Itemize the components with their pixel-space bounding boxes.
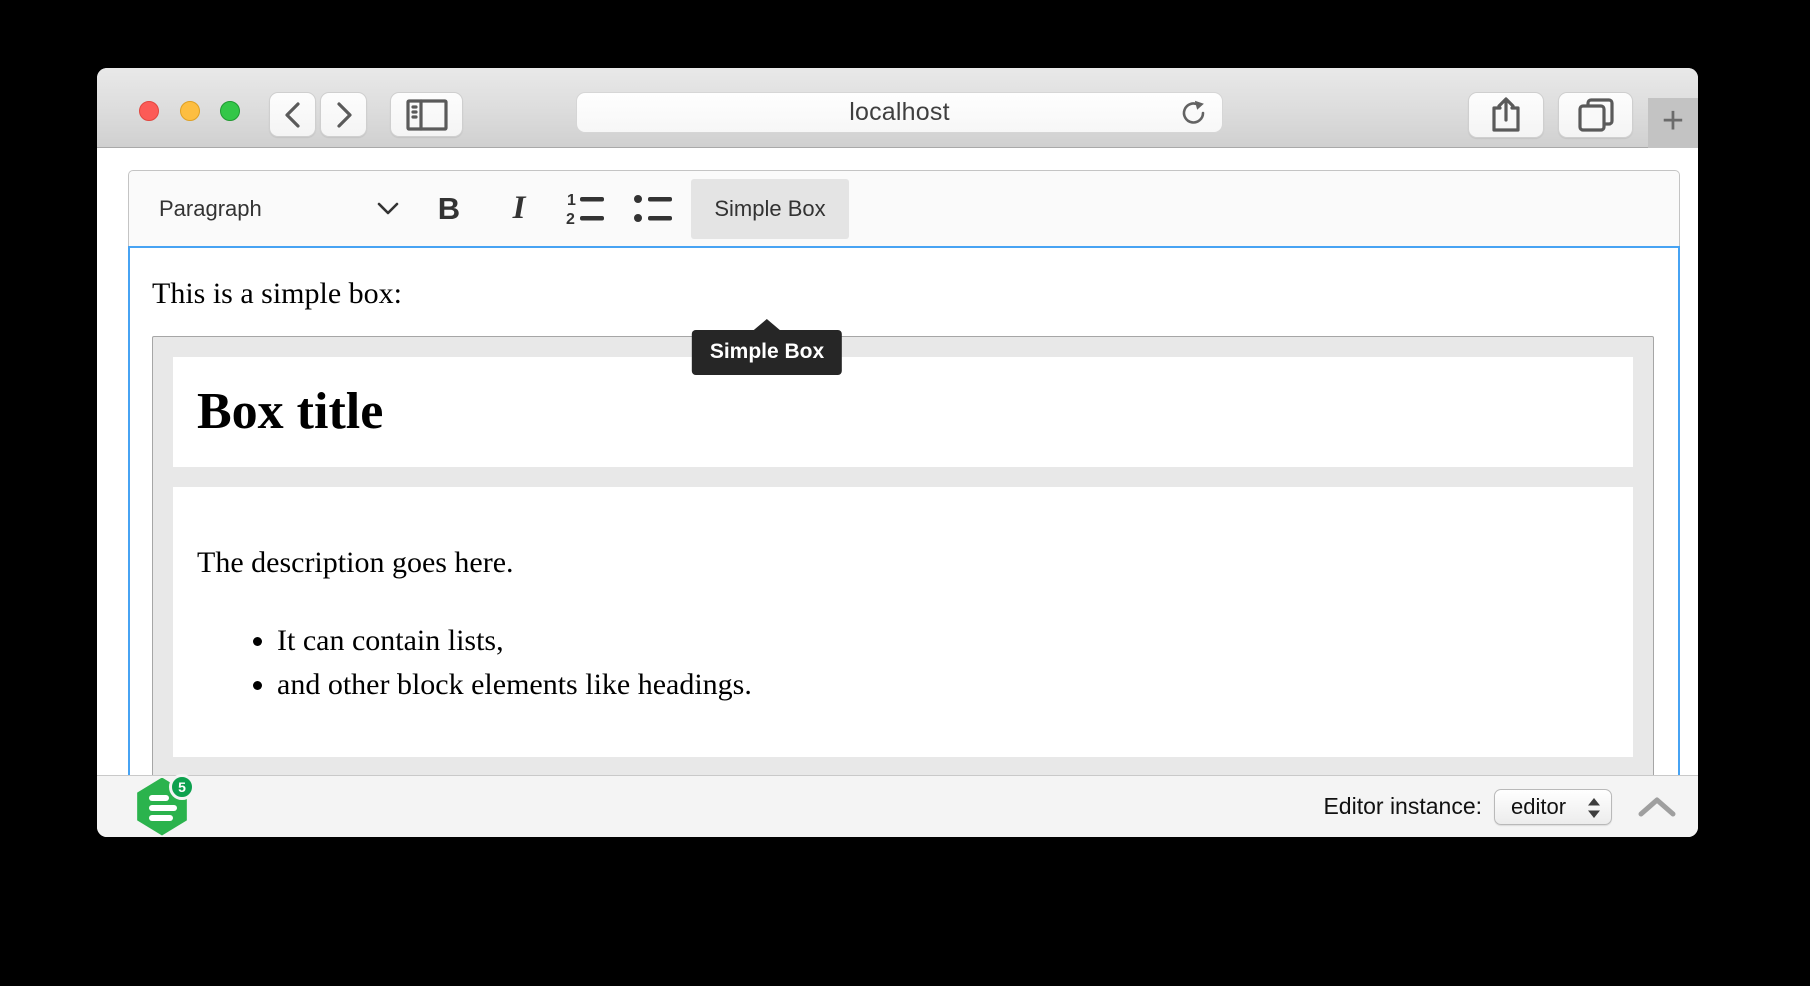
italic-button[interactable]: I bbox=[499, 179, 539, 239]
ckeditor-toolbar: Paragraph B I 1 2 bbox=[128, 170, 1680, 246]
numbered-list-icon: 1 2 bbox=[564, 190, 606, 228]
ckeditor-inspector-logo[interactable]: 5 bbox=[135, 778, 189, 836]
svg-text:1: 1 bbox=[567, 192, 576, 209]
zoom-window-button[interactable] bbox=[220, 101, 240, 121]
description-paragraph[interactable]: The description goes here. bbox=[197, 543, 1609, 583]
plus-icon: + bbox=[1662, 102, 1684, 140]
heading-dropdown-label: Paragraph bbox=[159, 196, 262, 222]
forward-button[interactable] bbox=[320, 92, 367, 137]
tooltip-text: Simple Box bbox=[710, 340, 824, 363]
box-title-heading[interactable]: Box title bbox=[197, 383, 1609, 441]
address-bar[interactable]: localhost bbox=[576, 92, 1223, 133]
selected-instance: editor bbox=[1511, 794, 1566, 820]
bulleted-list-icon bbox=[632, 190, 674, 228]
share-button[interactable] bbox=[1468, 92, 1544, 138]
chevron-up-icon bbox=[1638, 797, 1676, 817]
select-arrows-icon bbox=[1586, 796, 1602, 820]
sidebar-toggle-button[interactable] bbox=[390, 92, 463, 137]
logo-line bbox=[149, 815, 173, 821]
heading-dropdown[interactable]: Paragraph bbox=[159, 179, 399, 239]
version-badge: 5 bbox=[169, 774, 195, 800]
bold-button[interactable]: B bbox=[429, 179, 469, 239]
share-icon bbox=[1489, 96, 1523, 134]
numbered-list-button[interactable]: 1 2 bbox=[563, 179, 607, 239]
editor-instance-label: Editor instance: bbox=[1323, 793, 1482, 820]
description-list: It can contain lists, and other block el… bbox=[197, 619, 1609, 707]
reload-button[interactable] bbox=[1178, 97, 1210, 129]
simple-box-button-label: Simple Box bbox=[714, 196, 825, 222]
collapse-inspector-button[interactable] bbox=[1638, 797, 1676, 817]
bold-icon: B bbox=[438, 191, 460, 227]
list-item[interactable]: It can contain lists, bbox=[277, 619, 1609, 663]
svg-text:2: 2 bbox=[566, 211, 575, 228]
chevron-down-icon bbox=[377, 202, 399, 215]
simple-box-tooltip: Simple Box bbox=[692, 330, 842, 375]
simple-box-button[interactable]: Simple Box bbox=[691, 179, 849, 239]
italic-icon: I bbox=[513, 190, 526, 227]
intro-paragraph[interactable]: This is a simple box: bbox=[152, 274, 1654, 314]
ckeditor-inspector-bar: 5 Editor instance: editor bbox=[97, 775, 1698, 837]
logo-line bbox=[149, 805, 177, 811]
chevron-left-icon bbox=[282, 100, 304, 130]
list-item[interactable]: and other block elements like headings. bbox=[277, 663, 1609, 707]
simple-box-title-area[interactable]: Box title bbox=[173, 357, 1633, 467]
browser-window: localhost + bbox=[97, 68, 1698, 837]
back-button[interactable] bbox=[269, 92, 316, 137]
bulleted-list-button[interactable] bbox=[631, 179, 675, 239]
chevron-right-icon bbox=[333, 100, 355, 130]
reload-icon bbox=[1179, 98, 1209, 128]
simple-box-widget[interactable]: Box title The description goes here. It … bbox=[152, 336, 1654, 775]
inspector-controls: Editor instance: editor bbox=[1323, 789, 1676, 825]
new-tab-button[interactable]: + bbox=[1648, 98, 1698, 148]
url-text: localhost bbox=[849, 98, 949, 127]
logo-line bbox=[149, 795, 169, 801]
editor-content-area[interactable]: This is a simple box: Box title The desc… bbox=[128, 246, 1680, 775]
minimize-window-button[interactable] bbox=[180, 101, 200, 121]
sidebar-icon bbox=[404, 97, 450, 133]
simple-box-description-area[interactable]: The description goes here. It can contai… bbox=[173, 487, 1633, 757]
editor-instance-select[interactable]: editor bbox=[1494, 789, 1612, 825]
close-window-button[interactable] bbox=[139, 101, 159, 121]
show-all-tabs-button[interactable] bbox=[1558, 92, 1633, 138]
browser-titlebar: localhost + bbox=[97, 68, 1698, 148]
tabs-overview-icon bbox=[1576, 96, 1616, 134]
web-page: Paragraph B I 1 2 bbox=[97, 149, 1698, 775]
